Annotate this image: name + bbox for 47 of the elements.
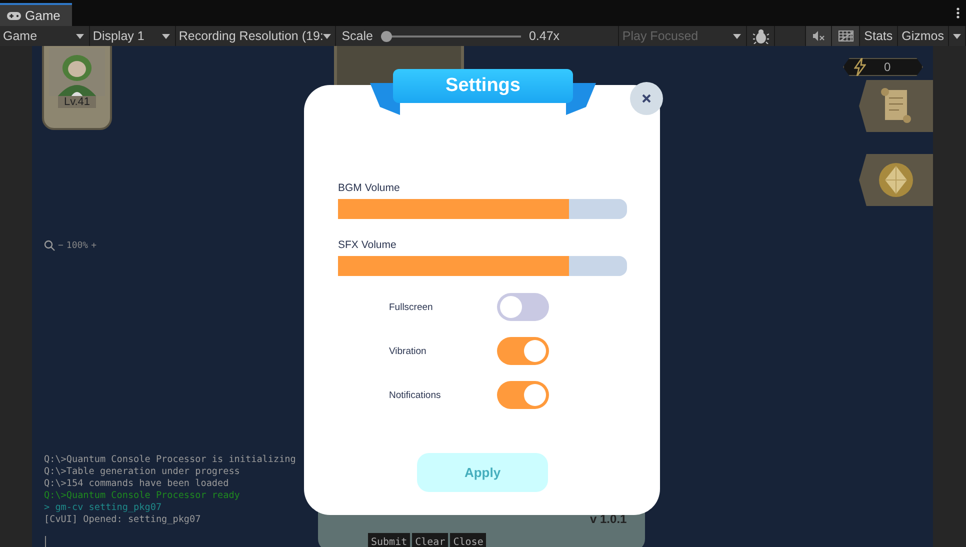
console-line: Q:\>154 commands have been loaded [44, 478, 230, 490]
toggle-switch[interactable] [497, 337, 549, 365]
scroll-icon [879, 86, 913, 126]
toggle-label: Fullscreen [389, 302, 434, 312]
caret-icon [733, 34, 742, 38]
volume-label: SFX Volume [338, 239, 398, 251]
console-button[interactable]: Clear [412, 533, 448, 547]
dialog-title: Settings [393, 69, 573, 103]
bug-icon[interactable] [752, 28, 769, 44]
grid-icon[interactable] [838, 30, 854, 42]
console-line: Q:\>Quantum Console Processor is initializing [44, 454, 296, 466]
close-button[interactable] [630, 82, 663, 115]
level-label: Lv.41 [58, 96, 96, 108]
toggle-label: Vibration [389, 346, 428, 356]
console-line: > gm-cv setting_pkg07 [44, 502, 163, 514]
caret-icon [76, 34, 84, 38]
scale-value: 0.47x [528, 29, 560, 43]
caret-icon [162, 34, 170, 38]
version-label: v 1.0.1 [590, 512, 627, 526]
more-options-icon[interactable] [956, 7, 960, 19]
gamepad-icon [7, 12, 21, 20]
game-tab[interactable]: Game [0, 3, 72, 26]
caret-icon [323, 34, 332, 38]
search-icon[interactable] [44, 240, 55, 251]
toggle-switch[interactable] [497, 381, 549, 409]
zoom-out-button[interactable]: − [58, 240, 64, 250]
console-line: Q:\>Table generation under progress [44, 466, 241, 478]
console-line: Q:\>Quantum Console Processor ready [44, 490, 241, 502]
volume-slider[interactable] [338, 256, 627, 276]
toggle-switch[interactable] [497, 293, 549, 321]
lightning-icon [854, 58, 866, 76]
quest-button[interactable] [859, 80, 933, 132]
volume-label: BGM Volume [338, 182, 401, 194]
gem-button[interactable] [859, 154, 933, 206]
console-button[interactable]: Submit [368, 533, 410, 547]
zoom-in-button[interactable]: + [91, 240, 97, 250]
caret-icon[interactable] [953, 34, 961, 38]
energy-value: 0 [884, 60, 891, 74]
toggle-label: Notifications [389, 390, 442, 400]
mute-icon[interactable] [812, 31, 825, 41]
volume-slider[interactable] [338, 199, 627, 219]
console-button[interactable]: Close [450, 533, 486, 547]
close-icon [642, 94, 651, 103]
gem-icon [876, 160, 916, 200]
console-line: [CvUI] Opened: setting_pkg07 [44, 514, 202, 526]
scale-label: Scale [342, 29, 373, 43]
zoom-value: 100% [66, 240, 88, 250]
